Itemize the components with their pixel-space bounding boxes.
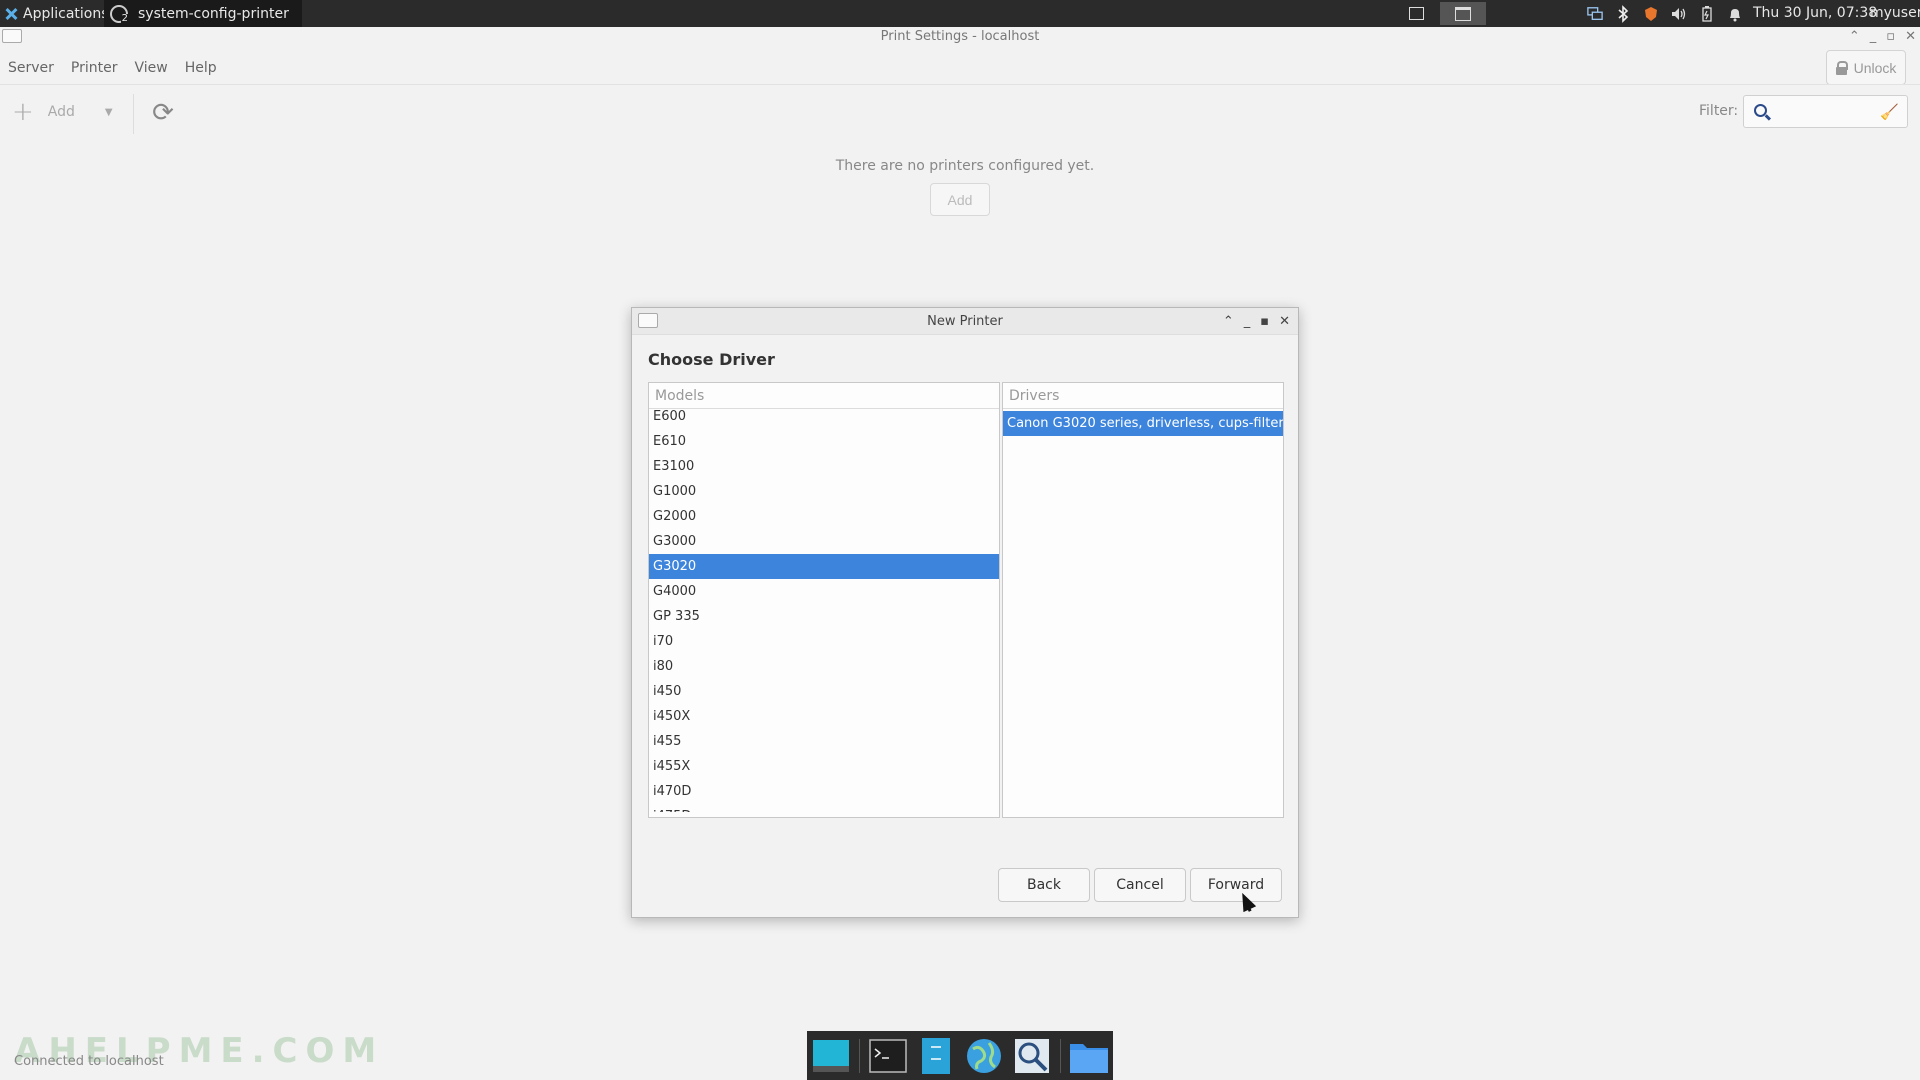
notification-bell-icon[interactable] [1727,6,1743,22]
main-window-titlebar: Print Settings - localhost ⌃ _ ▫ ✕ [0,27,1920,47]
model-list-item[interactable]: i80 [649,654,999,679]
applications-logo-icon [4,7,18,21]
empty-printers-message: There are no printers configured yet. [835,158,1095,174]
maximize-icon[interactable]: ▪ [1260,308,1269,335]
cancel-button[interactable]: Cancel [1094,868,1186,902]
toolbar-add-label: Add [47,104,75,120]
toolbar-add-button[interactable]: + Add ▼ [12,97,113,127]
model-list-item[interactable]: G3000 [649,529,999,554]
status-text: Connected to localhost [14,1054,164,1069]
menu-server[interactable]: Server [0,55,63,81]
model-list-item[interactable]: i450 [649,679,999,704]
taskbar-item-label: system-config-printer [138,5,289,22]
model-list-item[interactable]: i70 [649,629,999,654]
drivers-column-header[interactable]: Drivers [1003,383,1283,409]
dock-separator [859,1038,860,1073]
dialog-heading: Choose Driver [648,350,775,369]
clock[interactable]: Thu 30 Jun, 07:38 [1753,0,1877,27]
clear-icon[interactable]: 🧹 [1880,103,1899,121]
models-list: E600 E610 E3100 G1000 G2000 G3000 G3020 G4000 GP… [649,404,999,812]
applications-menu[interactable]: Applications [0,0,113,27]
dialog-controls: ⌃ _ ▪ ✕ [1223,308,1290,335]
model-list-item[interactable]: GP 335 [649,604,999,629]
minimize-icon[interactable]: _ [1870,27,1877,47]
model-list-item[interactable]: G1000 [649,479,999,504]
toolbar-divider [133,94,134,134]
battery-icon[interactable] [1699,5,1715,22]
model-list-item[interactable]: i455X [649,754,999,779]
lock-icon [1835,61,1848,75]
model-list-item[interactable]: G4000 [649,579,999,604]
network-icon[interactable] [1587,6,1603,22]
maximize-icon[interactable]: ▫ [1886,27,1895,47]
menu-help[interactable]: Help [177,55,226,81]
shade-icon[interactable]: ⌃ [1223,308,1234,335]
new-printer-dialog: New Printer ⌃ _ ▪ ✕ Choose Driver Models… [631,307,1299,918]
dock-separator [1060,1038,1061,1073]
search-icon [1754,104,1767,117]
menubar-separator [0,84,1920,85]
bluetooth-icon[interactable] [1615,4,1631,23]
model-list-item[interactable]: i450X [649,704,999,729]
model-list-item[interactable]: G3020 [649,554,999,579]
close-icon[interactable]: ✕ [1279,308,1290,335]
dialog-titlebar: New Printer ⌃ _ ▪ ✕ [632,308,1298,335]
dock [807,1031,1113,1080]
dialog-title: New Printer [927,314,1003,329]
web-browser-icon[interactable] [964,1036,1004,1076]
printer-app-icon: 2 [110,4,129,24]
main-window-controls: ⌃ _ ▫ ✕ [1849,27,1916,47]
model-list-item[interactable]: E3100 [649,454,999,479]
terminal-icon[interactable] [868,1036,908,1076]
user-menu[interactable]: myuser [1870,0,1920,27]
main-window-title: Print Settings - localhost [880,29,1040,44]
window-app-icon [2,29,22,43]
volume-icon[interactable] [1671,6,1687,22]
model-list-item[interactable]: E610 [649,429,999,454]
back-button[interactable]: Back [998,868,1090,902]
menu-printer[interactable]: Printer [63,55,127,81]
close-icon[interactable]: ✕ [1905,27,1916,47]
menubar: Server Printer View Help [0,55,226,81]
system-tray [1587,0,1743,27]
shield-icon[interactable] [1643,6,1659,22]
refresh-icon[interactable]: ⟳ [148,98,178,128]
workspace-icon [1408,7,1424,20]
filter-label: Filter: [1699,103,1739,119]
chevron-down-icon[interactable]: ▼ [105,107,113,118]
desktop-icon[interactable] [811,1036,851,1076]
model-list-item[interactable]: i475D [649,804,999,812]
search-app-icon[interactable] [1012,1036,1052,1076]
top-panel: Applications 2 system-config-printer Thu… [0,0,1920,27]
plus-icon: + [12,97,34,127]
workspace-1-button[interactable] [1405,2,1427,25]
drivers-list: Canon G3020 series, driverless, cups-fil… [1003,409,1283,817]
shade-icon[interactable]: ⌃ [1849,27,1860,47]
model-list-item[interactable]: G2000 [649,504,999,529]
file-manager-icon[interactable] [916,1036,956,1076]
models-list-pane[interactable]: Models E600 E610 E3100 G1000 G2000 G3000 G3020… [648,382,1000,818]
driver-list-item[interactable]: Canon G3020 series, driverless, cups-fil… [1003,411,1283,436]
workspace-icon [1455,6,1471,21]
add-printer-button[interactable]: Add [930,183,990,216]
unlock-label: Unlock [1853,59,1897,76]
model-list-item[interactable]: E600 [649,404,999,429]
unlock-button[interactable]: Unlock [1826,50,1906,85]
drivers-list-pane[interactable]: Drivers Canon G3020 series, driverless, … [1002,382,1284,818]
taskbar-item-system-config-printer[interactable]: 2 system-config-printer [104,0,302,27]
task-badge: 2 [120,12,129,24]
dialog-app-icon [638,313,658,328]
applications-label: Applications [23,5,109,22]
minimize-icon[interactable]: _ [1244,308,1251,335]
menu-view[interactable]: View [127,55,177,81]
model-list-item[interactable]: i470D [649,779,999,804]
model-list-item[interactable]: i455 [649,729,999,754]
workspace-2-button[interactable] [1440,2,1486,25]
filter-input[interactable]: 🧹 [1743,95,1908,128]
folder-icon[interactable] [1069,1036,1109,1076]
